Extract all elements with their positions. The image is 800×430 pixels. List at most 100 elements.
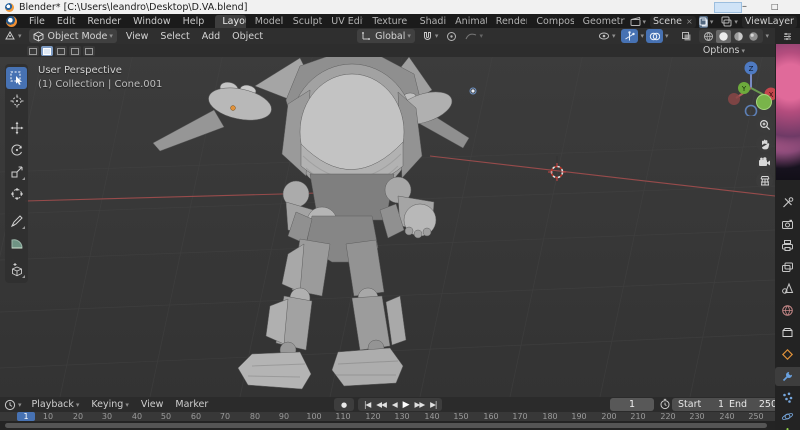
- properties-tab-collection[interactable]: [775, 323, 800, 342]
- menu-playback[interactable]: Playback ▾: [26, 399, 86, 410]
- viewport-canvas[interactable]: Options ▾ User Perspective (1) Collectio…: [0, 44, 775, 397]
- perspective-toggle-button[interactable]: [756, 172, 773, 189]
- current-frame-field[interactable]: 1: [610, 398, 654, 411]
- scrollbar-handle[interactable]: [5, 423, 767, 428]
- select-mode-intersect-button[interactable]: [83, 45, 95, 56]
- tool-add-cube[interactable]: [6, 260, 27, 280]
- menu-window[interactable]: Window: [127, 16, 176, 27]
- timeline-ruler[interactable]: 1 10 20 30 40 50 60 70 80 90 100 110 120…: [0, 412, 775, 421]
- frame-start-field[interactable]: Start 1: [672, 398, 730, 411]
- xray-toggle[interactable]: [678, 29, 695, 43]
- gizmos-caret[interactable]: ▾: [640, 32, 644, 40]
- workspace-tab-animation[interactable]: Animation: [448, 15, 487, 28]
- tool-cursor[interactable]: [6, 91, 27, 111]
- view-layer-selector[interactable]: ViewLayer: [741, 15, 797, 28]
- auto-key-record-button[interactable]: ●: [334, 398, 354, 411]
- workspace-tab-rendering[interactable]: Rendering: [489, 15, 528, 28]
- navigation-gizmo[interactable]: Z X Y: [722, 58, 775, 116]
- menu-help[interactable]: Help: [177, 16, 211, 27]
- maximize-button[interactable]: □: [771, 0, 779, 13]
- tool-measure[interactable]: [6, 233, 27, 253]
- jump-to-start-button[interactable]: |◀: [361, 400, 373, 409]
- next-keyframe-button[interactable]: ▶▶: [412, 400, 428, 409]
- properties-tab-world[interactable]: [775, 301, 800, 320]
- menu-object[interactable]: Object: [226, 31, 269, 42]
- jump-to-end-button[interactable]: ▶|: [427, 400, 439, 409]
- shading-rendered-button[interactable]: [746, 30, 761, 43]
- light-object-dot[interactable]: [469, 87, 477, 95]
- workspace-tab-sculpting[interactable]: Sculpting: [286, 15, 323, 28]
- zoom-view-button[interactable]: [756, 116, 773, 133]
- show-object-types-button[interactable]: ▾: [594, 29, 620, 43]
- minimize-button[interactable]: –: [742, 0, 747, 13]
- tool-select-box[interactable]: [6, 67, 27, 89]
- tool-annotate[interactable]: [6, 211, 27, 231]
- camera-view-button[interactable]: [756, 154, 773, 171]
- tool-move[interactable]: [6, 118, 27, 138]
- scene-selector[interactable]: Scene ×: [650, 15, 696, 28]
- mech-model[interactable]: [152, 46, 470, 390]
- properties-tab-scene[interactable]: [775, 279, 800, 298]
- editor-type-button[interactable]: ▾: [0, 29, 26, 43]
- properties-tab-object-data[interactable]: [775, 424, 800, 430]
- properties-tab-tool[interactable]: [775, 193, 800, 212]
- shading-solid-button[interactable]: [716, 29, 732, 43]
- workspace-tab-geometry-nodes[interactable]: Geometry Noc: [576, 15, 625, 28]
- current-frame-indicator[interactable]: 1: [17, 412, 35, 421]
- blender-logo-icon[interactable]: [6, 16, 17, 27]
- overlays-toggle[interactable]: [645, 29, 663, 43]
- menu-edit[interactable]: Edit: [51, 16, 81, 27]
- pan-view-button[interactable]: [756, 135, 773, 152]
- shading-caret[interactable]: ▾: [765, 32, 769, 40]
- select-mode-set-button[interactable]: [27, 45, 39, 56]
- timeline-scrollbar[interactable]: [0, 421, 775, 430]
- shading-material-button[interactable]: [731, 30, 746, 43]
- options-button[interactable]: Options ▾: [703, 45, 745, 56]
- workspace-tab-texture-paint[interactable]: Texture Paint: [365, 15, 410, 28]
- scene-unlink-icon[interactable]: ×: [686, 17, 693, 26]
- play-button[interactable]: ▶: [400, 400, 412, 410]
- menu-render[interactable]: Render: [81, 16, 127, 27]
- tool-transform[interactable]: [6, 184, 27, 204]
- select-mode-subtract-button[interactable]: [55, 45, 67, 56]
- prev-keyframe-button[interactable]: ◀◀: [373, 400, 389, 409]
- proportional-editing-button[interactable]: [442, 29, 461, 43]
- tool-scale[interactable]: [6, 162, 27, 182]
- properties-editor-icon[interactable]: [782, 31, 793, 42]
- scene-icon[interactable]: ▾: [626, 15, 651, 29]
- mode-selector[interactable]: Object Mode ▾: [28, 29, 117, 43]
- properties-tab-view-layer[interactable]: [775, 258, 800, 277]
- overlays-caret[interactable]: ▾: [665, 32, 669, 40]
- gizmos-toggle[interactable]: [621, 29, 639, 43]
- properties-tab-particles[interactable]: [775, 388, 800, 407]
- select-mode-extend-button[interactable]: [41, 45, 53, 56]
- new-scene-button[interactable]: [698, 15, 708, 28]
- scene-options-caret[interactable]: ▾: [710, 18, 714, 26]
- menu-view-timeline[interactable]: View: [135, 399, 170, 410]
- menu-marker[interactable]: Marker: [169, 399, 214, 410]
- properties-tab-object[interactable]: [775, 345, 800, 364]
- workspace-tab-shading[interactable]: Shading: [413, 15, 447, 28]
- use-preview-range-button[interactable]: [659, 398, 671, 410]
- proportional-falloff-button[interactable]: ▾: [461, 29, 487, 43]
- menu-keying[interactable]: Keying ▾: [85, 399, 134, 410]
- play-reverse-button[interactable]: ◀: [389, 400, 400, 409]
- menu-add[interactable]: Add: [196, 31, 226, 42]
- snap-magnet-button[interactable]: ▾: [418, 29, 443, 43]
- tool-rotate[interactable]: [6, 140, 27, 160]
- workspace-tab-layout[interactable]: Layout: [215, 15, 246, 28]
- menu-file[interactable]: File: [23, 16, 51, 27]
- workspace-tab-uv-editing[interactable]: UV Editing: [324, 15, 363, 28]
- timeline-editor-type-button[interactable]: ▾: [0, 398, 26, 412]
- properties-tab-render[interactable]: [775, 215, 800, 234]
- select-mode-invert-button[interactable]: [69, 45, 81, 56]
- workspace-tab-modeling[interactable]: Modeling: [248, 15, 284, 28]
- workspace-tab-compositing[interactable]: Compositing: [529, 15, 573, 28]
- shading-wireframe-button[interactable]: [701, 30, 716, 43]
- properties-tab-output[interactable]: [775, 236, 800, 255]
- properties-tab-modifiers[interactable]: [775, 367, 800, 386]
- view-layer-icon[interactable]: ▾: [717, 15, 742, 29]
- menu-view[interactable]: View: [120, 31, 155, 42]
- frame-end-field[interactable]: End 250: [723, 398, 783, 411]
- menu-select[interactable]: Select: [154, 31, 195, 42]
